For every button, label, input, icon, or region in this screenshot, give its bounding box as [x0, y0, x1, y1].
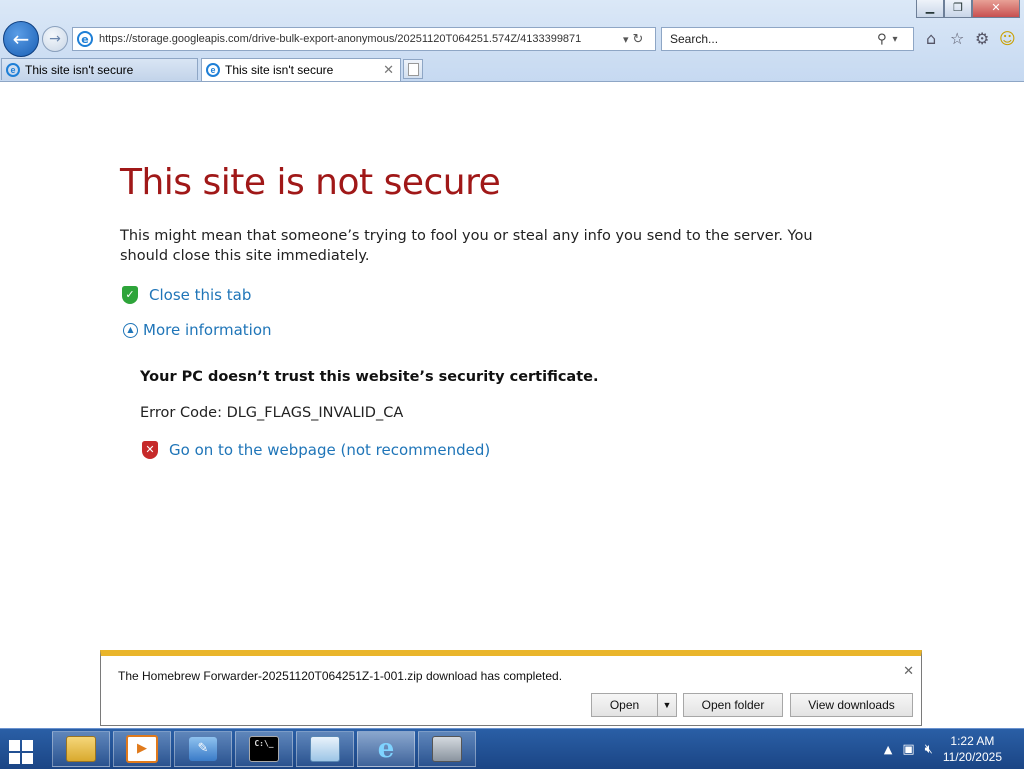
taskbar: ▶ ✎ C:\_ e ▲ ▣ 🔇︎ 1:22 AM 11/20/2025	[0, 728, 1024, 769]
clock[interactable]: 1:22 AM 11/20/2025	[943, 733, 1002, 765]
taskbar-feather-app[interactable]: ✎	[174, 731, 232, 767]
back-button[interactable]: ←	[3, 21, 39, 57]
address-dropdown-icon[interactable]: ▾	[623, 33, 629, 46]
browser-chrome: ▁ ❐ ✕ ← → e https://storage.googleapis.c…	[0, 0, 1024, 82]
forward-arrow-icon: →	[49, 31, 61, 47]
network-icon[interactable]: ▣	[902, 742, 914, 757]
new-tab-icon	[407, 63, 419, 76]
tab-label: This site isn't secure	[25, 62, 134, 77]
smiley-feedback-icon[interactable]: ☺	[999, 29, 1016, 48]
clock-date: 11/20/2025	[942, 750, 1002, 764]
close-tab-link[interactable]: ✓ Close this tab	[122, 286, 251, 304]
download-notification-bar: The Homebrew Forwarder-20251120T064251Z-…	[100, 650, 922, 726]
collapse-chevron-icon: ▲	[123, 322, 138, 338]
open-button[interactable]: Open	[591, 693, 658, 717]
forward-button[interactable]: →	[42, 26, 68, 52]
open-dropdown-icon[interactable]: ▼	[657, 693, 677, 717]
proceed-link[interactable]: ✕ Go on to the webpage (not recommended)	[142, 441, 490, 459]
refresh-icon[interactable]: ↻	[633, 32, 644, 47]
minimize-button[interactable]: ▁	[916, 0, 944, 18]
search-dropdown-icon[interactable]: ▾	[893, 34, 898, 45]
ie-tab-icon: e	[206, 63, 220, 77]
new-tab-button[interactable]	[403, 59, 423, 79]
feather-app-icon: ✎	[189, 737, 217, 761]
notepad-icon	[310, 736, 340, 762]
internet-explorer-icon: e	[377, 734, 395, 764]
file-explorer-icon	[66, 736, 96, 762]
close-window-button[interactable]: ✕	[972, 0, 1020, 18]
taskbar-file-explorer[interactable]	[52, 731, 110, 767]
device-app-icon	[432, 736, 462, 762]
view-downloads-button[interactable]: View downloads	[790, 693, 913, 717]
error-code: Error Code: DLG_FLAGS_INVALID_CA	[140, 405, 404, 421]
show-hidden-icons-icon[interactable]: ▲	[884, 743, 892, 756]
tab-label: This site isn't secure	[225, 63, 334, 77]
search-box[interactable]: ⚲ ▾	[661, 27, 914, 51]
maximize-button[interactable]: ❐	[944, 0, 972, 18]
start-button[interactable]	[4, 736, 38, 764]
home-icon[interactable]: ⌂	[926, 29, 936, 48]
red-shield-x-icon: ✕	[142, 441, 158, 459]
media-player-icon: ▶	[126, 735, 158, 763]
tab-2-active[interactable]: e This site isn't secure ✕	[201, 58, 401, 81]
search-input[interactable]	[668, 31, 877, 47]
taskbar-internet-explorer[interactable]: e	[357, 731, 415, 767]
clock-time: 1:22 AM	[950, 734, 995, 748]
close-tab-link-label[interactable]: Close this tab	[149, 286, 251, 304]
open-folder-button[interactable]: Open folder	[683, 693, 783, 717]
back-arrow-icon: ←	[12, 27, 30, 51]
taskbar-notepad[interactable]	[296, 731, 354, 767]
window-controls: ▁ ❐ ✕	[916, 0, 1020, 18]
system-tray: ▲ ▣ 🔇︎ 1:22 AM 11/20/2025	[884, 729, 1024, 769]
taskbar-media-player[interactable]: ▶	[113, 731, 171, 767]
page-content: This site is not secure This might mean …	[0, 82, 1024, 730]
certificate-warning: Your PC doesn’t trust this website’s sec…	[140, 369, 599, 385]
page-title: This site is not secure	[120, 162, 501, 203]
download-message: The Homebrew Forwarder-20251120T064251Z-…	[118, 669, 563, 683]
more-information-label[interactable]: More information	[143, 321, 272, 339]
url-text[interactable]: https://storage.googleapis.com/drive-bul…	[99, 33, 619, 45]
address-bar[interactable]: e https://storage.googleapis.com/drive-b…	[72, 27, 656, 51]
close-notification-icon[interactable]: ✕	[903, 664, 914, 679]
tab-1[interactable]: e This site isn't secure	[1, 58, 198, 80]
command-prompt-icon: C:\_	[249, 736, 279, 762]
warning-description: This might mean that someone’s trying to…	[120, 228, 813, 264]
search-icon[interactable]: ⚲	[877, 32, 887, 47]
ie-tab-icon: e	[6, 62, 20, 77]
taskbar-command-prompt[interactable]: C:\_	[235, 731, 293, 767]
more-information-link[interactable]: ▲ More information	[123, 321, 272, 339]
ie-site-icon: e	[77, 31, 93, 47]
proceed-link-label[interactable]: Go on to the webpage (not recommended)	[169, 441, 490, 459]
green-shield-check-icon: ✓	[122, 286, 138, 304]
taskbar-device-app[interactable]	[418, 731, 476, 767]
tools-gear-icon[interactable]: ⚙	[975, 29, 989, 48]
volume-muted-icon[interactable]: 🔇︎	[925, 742, 933, 757]
favorites-star-icon[interactable]: ☆	[950, 29, 964, 48]
close-tab-icon[interactable]: ✕	[383, 62, 394, 78]
